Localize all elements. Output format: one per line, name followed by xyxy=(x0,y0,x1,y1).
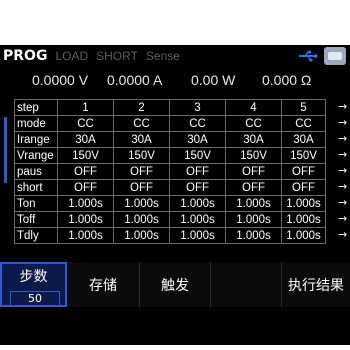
table-cell[interactable]: OFF xyxy=(169,179,226,196)
network-icon xyxy=(324,47,346,65)
arrow-right-icon: → xyxy=(338,116,348,129)
table-cell[interactable]: CC xyxy=(225,115,282,132)
step-count-label: 步数 xyxy=(19,269,48,285)
table-cell[interactable]: 1.000s xyxy=(57,227,114,244)
table-cell[interactable]: 1.000s xyxy=(281,195,326,212)
table-cell[interactable]: 1.000s xyxy=(169,227,226,244)
scrollbar[interactable] xyxy=(4,117,7,183)
table-cell[interactable]: 1.000s xyxy=(169,211,226,228)
table-cell[interactable]: OFF xyxy=(225,179,282,196)
table-cell[interactable]: OFF xyxy=(225,163,282,180)
tab-sense[interactable]: Sense xyxy=(146,49,180,63)
table-cell[interactable]: 1.000s xyxy=(281,227,326,244)
table-row: mode CC CC CC CC CC xyxy=(14,115,326,132)
store-button[interactable]: 存储 xyxy=(67,262,140,307)
step-column-header[interactable]: 3 xyxy=(169,99,226,116)
row-label: Irange xyxy=(14,131,58,148)
table-cell[interactable]: OFF xyxy=(113,179,170,196)
table-row: Tdly 1.000s 1.000s 1.000s 1.000s 1.000s xyxy=(14,227,326,244)
table-cell[interactable]: 1.000s xyxy=(225,195,282,212)
table-cell[interactable]: 1.000s xyxy=(169,195,226,212)
table-cell[interactable]: OFF xyxy=(113,163,170,180)
table-cell[interactable]: OFF xyxy=(281,163,326,180)
blank-softkey[interactable] xyxy=(211,262,282,307)
step-column-header[interactable]: 4 xyxy=(225,99,282,116)
bottom-area xyxy=(0,310,350,345)
table-cell[interactable]: OFF xyxy=(169,163,226,180)
table-row: Toff 1.000s 1.000s 1.000s 1.000s 1.000s xyxy=(14,211,326,228)
table-cell[interactable]: 150V xyxy=(57,147,114,164)
table-cell[interactable]: OFF xyxy=(281,179,326,196)
arrow-right-icon: → xyxy=(338,132,348,145)
table-cell[interactable]: 30A xyxy=(113,131,170,148)
arrow-right-icon: → xyxy=(338,164,348,177)
step-column-header[interactable]: 1 xyxy=(57,99,114,116)
table-cell[interactable]: 1.000s xyxy=(225,227,282,244)
program-table: step 1 2 3 4 5 mode CC CC CC CC CC Irange 30A 30A 30A 30… xyxy=(14,99,326,244)
table-row: Irange 30A 30A 30A 30A 30A xyxy=(14,131,326,148)
table-cell[interactable]: 150V xyxy=(281,147,326,164)
table-cell[interactable]: CC xyxy=(169,115,226,132)
row-label: Tdly xyxy=(14,227,58,244)
status-bar: PROG LOAD SHORT Sense xyxy=(0,45,350,67)
arrow-right-icon: → xyxy=(338,180,348,193)
arrow-right-icon: → xyxy=(338,148,348,161)
table-cell[interactable]: 1.000s xyxy=(113,211,170,228)
step-column-header[interactable]: 2 xyxy=(113,99,170,116)
table-row: short OFF OFF OFF OFF OFF xyxy=(14,179,326,196)
table-cell[interactable]: 1.000s xyxy=(281,211,326,228)
table-cell[interactable]: OFF xyxy=(57,163,114,180)
row-label: mode xyxy=(14,115,58,132)
table-cell[interactable]: 30A xyxy=(57,131,114,148)
table-cell[interactable]: 150V xyxy=(225,147,282,164)
row-label: short xyxy=(14,179,58,196)
table-cell[interactable]: 1.000s xyxy=(57,211,114,228)
table-row: paus OFF OFF OFF OFF OFF xyxy=(14,163,326,180)
row-label: Vrange xyxy=(14,147,58,164)
table-cell[interactable]: 150V xyxy=(113,147,170,164)
row-label: Toff xyxy=(14,211,58,228)
measurement-readings: 0.0000 V 0.0000 A 0.00 W 0.000 Ω xyxy=(0,72,350,94)
trigger-button[interactable]: 触发 xyxy=(140,262,211,307)
table-row: Vrange 150V 150V 150V 150V 150V xyxy=(14,147,326,164)
table-cell[interactable]: 1.000s xyxy=(113,227,170,244)
table-cell[interactable]: CC xyxy=(113,115,170,132)
arrow-right-icon: → xyxy=(338,100,348,113)
table-row: Ton 1.000s 1.000s 1.000s 1.000s 1.000s xyxy=(14,195,326,212)
current-reading: 0.0000 A xyxy=(107,72,163,88)
power-reading: 0.00 W xyxy=(191,72,236,88)
table-cell[interactable]: 30A xyxy=(225,131,282,148)
row-label: paus xyxy=(14,163,58,180)
table-cell[interactable]: 1.000s xyxy=(57,195,114,212)
step-column-header[interactable]: 5 xyxy=(281,99,326,116)
table-cell[interactable]: 30A xyxy=(281,131,326,148)
mode-title: PROG xyxy=(3,48,48,64)
arrow-right-icon: → xyxy=(338,196,348,209)
resistance-reading: 0.000 Ω xyxy=(262,72,312,88)
tab-short[interactable]: SHORT xyxy=(96,49,138,63)
arrow-right-icon: → xyxy=(338,228,348,241)
table-cell[interactable]: 1.000s xyxy=(225,211,282,228)
voltage-reading: 0.0000 V xyxy=(32,72,89,88)
tab-load[interactable]: LOAD xyxy=(55,49,88,63)
table-cell[interactable]: 150V xyxy=(169,147,226,164)
step-count-value[interactable]: 50 xyxy=(10,291,60,306)
result-button[interactable]: 执行结果 xyxy=(282,262,350,307)
table-cell[interactable]: 1.000s xyxy=(113,195,170,212)
table-cell[interactable]: 30A xyxy=(169,131,226,148)
row-arrows: → → → → → → → → → xyxy=(338,99,350,243)
step-count-button[interactable]: 步数 50 xyxy=(0,262,67,307)
usb-icon xyxy=(299,50,318,62)
table-cell[interactable]: OFF xyxy=(57,179,114,196)
table-header-row: step 1 2 3 4 5 xyxy=(14,99,326,116)
row-label: Ton xyxy=(14,195,58,212)
row-label: step xyxy=(14,99,58,116)
arrow-right-icon: → xyxy=(338,212,348,225)
table-cell[interactable]: CC xyxy=(57,115,114,132)
table-cell[interactable]: CC xyxy=(281,115,326,132)
